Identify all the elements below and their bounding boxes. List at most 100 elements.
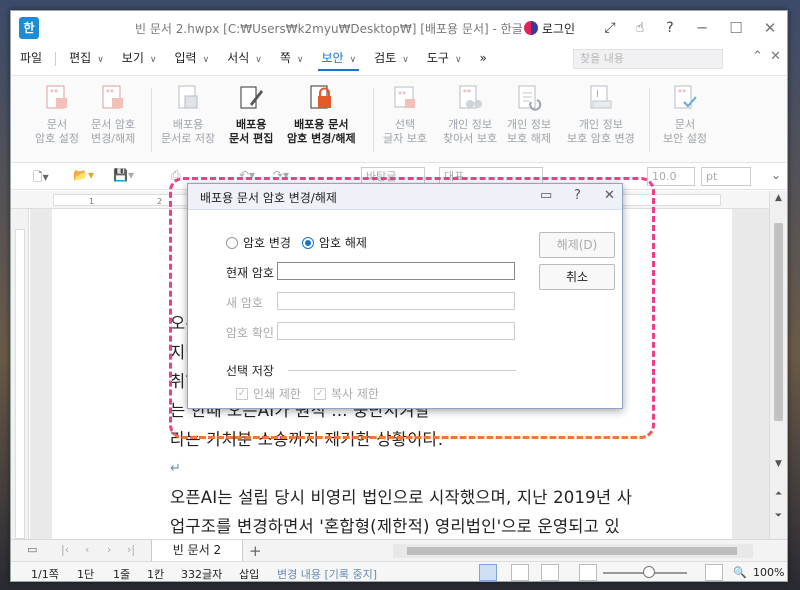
radio-circle[interactable] xyxy=(226,236,238,249)
menu-view[interactable]: 보기 ∨ xyxy=(113,47,166,71)
add-tab-button[interactable]: + xyxy=(249,542,262,560)
horizontal-scrollbar[interactable] xyxy=(393,544,753,558)
vertical-ruler xyxy=(11,209,29,539)
menu-review[interactable]: 검토 ∨ xyxy=(365,47,418,71)
zoom-fit-button[interactable] xyxy=(705,564,723,581)
fullscreen-icon[interactable]: ⤢ xyxy=(595,20,625,36)
save-icon[interactable]: 💾▾ xyxy=(113,168,134,182)
ribbon-doc-security-button[interactable]: ** 문서 보안 설정 xyxy=(663,84,707,146)
print-restrict-checkbox[interactable]: ✓ 인쇄 제한 xyxy=(236,385,301,402)
scroll-down-icon[interactable]: ▼ xyxy=(770,459,787,469)
confirm-password-input[interactable] xyxy=(277,322,515,340)
prev-tab-icon[interactable]: ‹ xyxy=(85,543,89,556)
menu-tools[interactable]: 도구 ∨ xyxy=(418,47,471,71)
new-password-input[interactable] xyxy=(277,292,515,310)
remove-button[interactable]: 해제(D) xyxy=(539,232,615,258)
app-logo: 한 xyxy=(19,17,39,39)
next-page-icon[interactable]: ⏷ xyxy=(770,511,787,521)
ribbon-distribution-password-button[interactable]: 배포용 문서 암호 변경/해제 xyxy=(287,84,356,146)
menu-page[interactable]: 쪽 ∨ xyxy=(271,47,313,71)
radio-change-password[interactable]: 암호 변경 xyxy=(226,234,291,251)
status-column: 1단 xyxy=(77,568,95,581)
menu-more[interactable]: » xyxy=(471,47,496,71)
ribbon-find-protect-button[interactable]: ** 개인 정보 찾아서 보호 xyxy=(443,84,497,146)
open-folder-icon[interactable]: 📂▾ xyxy=(73,168,94,182)
collapse-ribbon-icon[interactable]: ⌃ xyxy=(752,49,763,64)
dialog-title: 배포용 문서 암호 변경/해제 xyxy=(200,191,337,205)
toolbar-expand-icon[interactable]: ⌄ xyxy=(771,168,781,182)
close-document-icon[interactable]: ✕ xyxy=(770,49,781,64)
close-button[interactable]: ✕ xyxy=(753,19,787,37)
dialog-help-icon[interactable]: ? xyxy=(574,188,581,203)
radio-remove-password[interactable]: 암호 해제 xyxy=(302,234,367,251)
ruler-tick: 1 xyxy=(89,197,95,206)
ribbon-change-protect-pw-button[interactable]: I 개인 정보 보호 암호 변경 xyxy=(567,84,635,146)
redo-icon[interactable]: ↷▾ xyxy=(273,168,289,182)
zoom-level[interactable]: 100% xyxy=(753,566,784,579)
dialog-comment-icon[interactable]: ▭ xyxy=(540,188,552,203)
account-icon[interactable] xyxy=(523,21,538,35)
ribbon-edit-distribution-button[interactable]: 배포용 문서 편집 xyxy=(229,84,273,146)
tab-document[interactable]: 빈 문서 2 xyxy=(151,540,243,562)
menu-file[interactable]: 파일 xyxy=(11,47,51,71)
maximize-button[interactable]: ☐ xyxy=(719,19,753,37)
ribbon-separator xyxy=(649,88,650,152)
zoom-slider-handle[interactable] xyxy=(643,566,655,578)
menu-security[interactable]: 보안 ∨ xyxy=(312,47,365,71)
undo-icon[interactable]: ↶▾ xyxy=(239,168,255,182)
doc-security-icon: ** xyxy=(674,85,697,109)
ribbon-change-password-button[interactable]: ** 문서 암호 변경/해제 xyxy=(91,84,135,146)
ribbon-doc-password-button[interactable]: ** 문서 암호 설정 xyxy=(35,84,79,146)
status-track-changes[interactable]: 변경 내용 [기록 중지] xyxy=(277,566,377,581)
prev-page-icon[interactable]: ⏶ xyxy=(770,489,787,499)
current-password-input[interactable] xyxy=(277,262,515,280)
cancel-button[interactable]: 취소 xyxy=(539,264,615,290)
radio-circle[interactable] xyxy=(302,236,314,249)
scroll-up-icon[interactable]: ▲ xyxy=(770,193,787,203)
new-doc-icon[interactable]: 🗋▾ xyxy=(33,168,49,189)
security-ribbon: ** 문서 암호 설정 ** 문서 암호 변경/해제 배포용 문서로 저장 배포용 문서… xyxy=(11,75,787,163)
fit-page-button[interactable] xyxy=(579,564,597,581)
menu-edit[interactable]: 편집 ∨ xyxy=(60,47,113,71)
copy-restrict-checkbox[interactable]: ✓ 복사 제한 xyxy=(314,385,379,402)
ribbon-unprotect-button[interactable]: 개인 정보 보호 해제 xyxy=(507,84,551,146)
font-size-input[interactable]: 10.0 xyxy=(647,167,695,186)
svg-text:**: ** xyxy=(678,88,686,97)
checkbox-box[interactable]: ✓ xyxy=(236,387,248,400)
help-icon[interactable]: ? xyxy=(655,20,685,36)
tab-list-icon[interactable]: ▭ xyxy=(27,543,37,556)
current-password-label: 현재 암호 xyxy=(226,266,274,280)
touch-mode-icon[interactable]: ☝ xyxy=(625,20,655,36)
h-scroll-thumb[interactable] xyxy=(407,547,737,555)
menu-format[interactable]: 서식 ∨ xyxy=(218,47,271,71)
status-insert-mode[interactable]: 삽입 xyxy=(239,566,259,581)
binoculars-icon: ** xyxy=(459,85,483,109)
normal-view-button[interactable] xyxy=(479,564,497,581)
print-icon[interactable]: ⎙ xyxy=(171,168,181,183)
zoom-icon[interactable]: 🔍 xyxy=(733,566,747,579)
menu-bar: 파일 편집 ∨ 보기 ∨ 입력 ∨ 서식 ∨ 쪽 ∨ 보안 ∨ 검토 ∨ 도구 ∨ » 찾을 내… xyxy=(11,47,787,71)
menu-insert[interactable]: 입력 ∨ xyxy=(165,47,218,71)
unit-select[interactable]: pt xyxy=(701,167,751,186)
vertical-scrollbar[interactable]: ▲ ▼ ⏶ ⏷ xyxy=(769,191,787,539)
text-cursor-icon: I xyxy=(590,85,612,109)
scroll-thumb[interactable] xyxy=(774,223,783,421)
next-tab-icon[interactable]: › xyxy=(107,543,111,556)
svg-text:**: ** xyxy=(106,88,114,97)
checkbox-box[interactable]: ✓ xyxy=(314,387,326,400)
web-view-button[interactable] xyxy=(511,564,529,581)
status-page[interactable]: 1/1쪽 xyxy=(31,566,59,581)
first-tab-icon[interactable]: |‹ xyxy=(61,543,69,556)
last-tab-icon[interactable]: ›| xyxy=(127,543,135,556)
ribbon-save-distribution-button[interactable]: 배포용 문서로 저장 xyxy=(161,84,215,146)
ribbon-protect-chars-button[interactable]: ** 선택 글자 보호 xyxy=(383,84,427,146)
minimize-button[interactable]: ─ xyxy=(685,19,719,37)
login-button[interactable]: 로그인 xyxy=(542,20,575,37)
group-divider xyxy=(288,370,516,371)
dialog-close-icon[interactable]: ✕ xyxy=(604,188,615,203)
page-view-button[interactable] xyxy=(541,564,559,581)
unprotect-icon xyxy=(518,85,542,111)
title-bar: 한 빈 문서 2.hwpx [C:₩Users₩k2myu₩Desktop₩] … xyxy=(11,11,787,45)
window-title: 빈 문서 2.hwpx [C:₩Users₩k2myu₩Desktop₩] [배… xyxy=(135,21,523,36)
search-input[interactable]: 찾을 내용 xyxy=(573,49,723,69)
